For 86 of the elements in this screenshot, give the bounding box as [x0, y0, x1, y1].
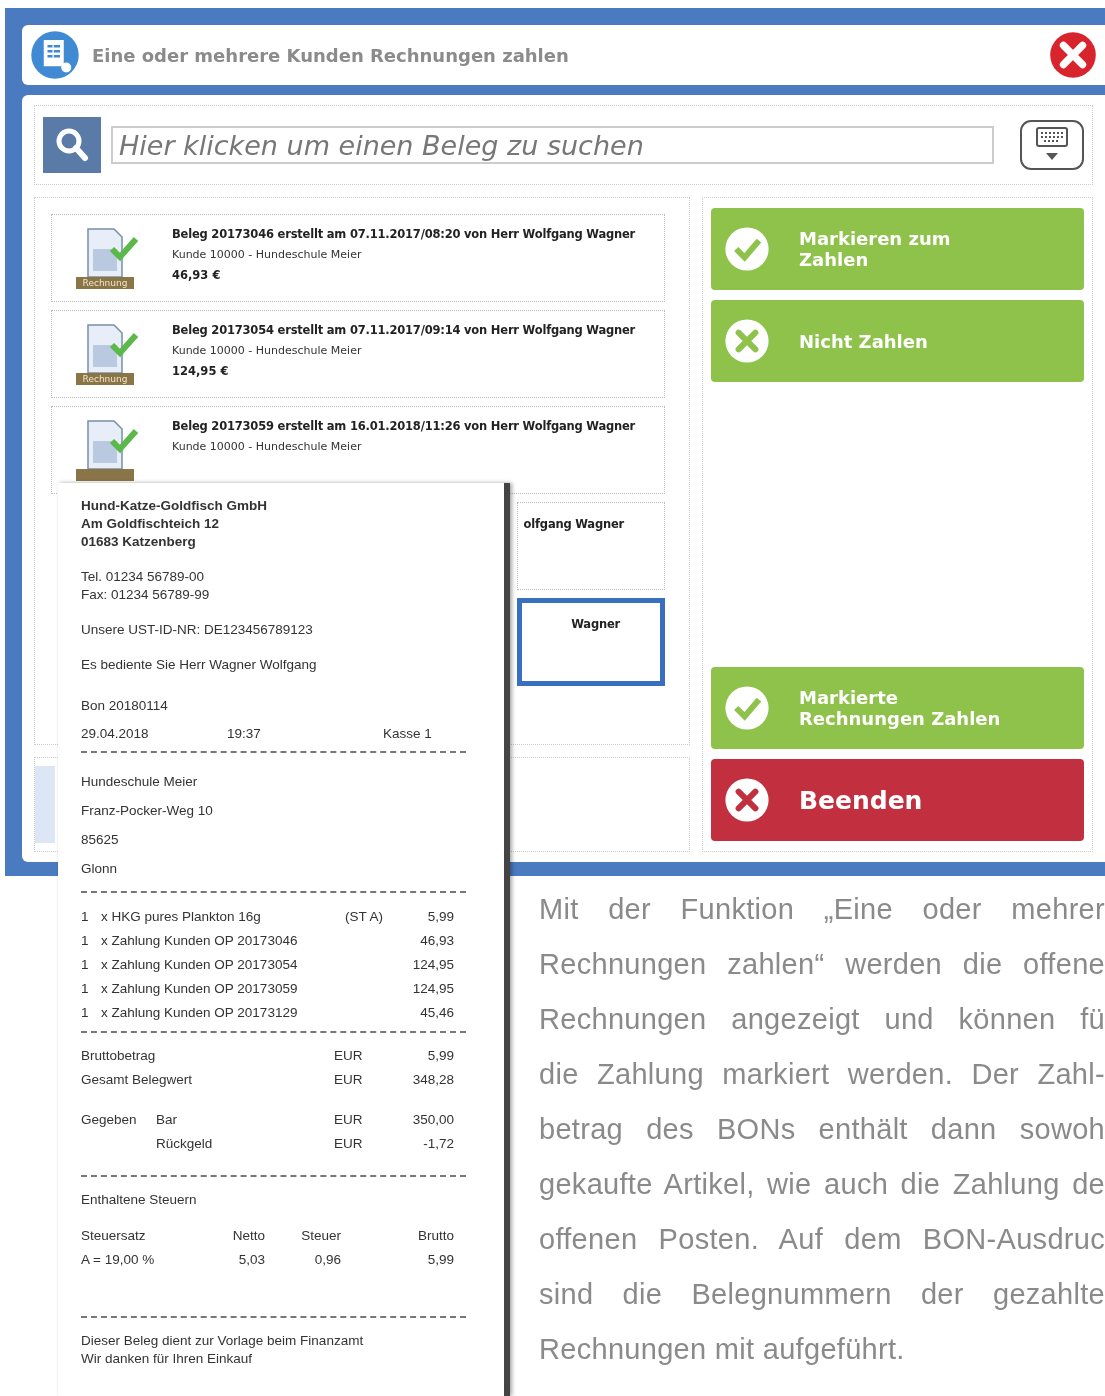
total-amount: 348,28: [411, 1071, 454, 1089]
tax-cell-text: A = 19,00 %: [81, 1251, 156, 1269]
item-description: x Zahlung Kunden OP 20173059: [101, 980, 299, 998]
total-label: Bar: [156, 1112, 177, 1127]
receipt-text: Bon 20180114: [81, 697, 169, 715]
receipt-text: Hundeschule Meier: [81, 773, 199, 791]
total-label: Bruttobetrag: [81, 1048, 156, 1063]
currency: EUR: [334, 1135, 364, 1153]
keyboard-icon[interactable]: [1020, 120, 1084, 170]
document-item[interactable]: Wagner: [517, 598, 665, 686]
document-check-icon: [76, 419, 140, 481]
document-check-icon: [76, 323, 140, 385]
receipt-heading: Hund-Katze-Goldfisch GmbH: [81, 497, 268, 515]
document-item[interactable]: Rechnung Beleg 20173054 erstellt am 07.11.2017/09:14 von Herr Wolfgang Wagner Kunde 10000 - Hundeschule Meier 124,95 €: [51, 310, 665, 398]
item-description: x Zahlung Kunden OP 20173129: [101, 1004, 299, 1022]
receipt-text: Unsere UST-ID-NR: DE123456789123: [81, 621, 314, 639]
item-tax-code: (ST A): [345, 909, 383, 924]
item-amount: 45,46: [419, 1004, 454, 1022]
total-amount: 350,00: [411, 1111, 454, 1129]
tax-cell-text: 5,99: [426, 1251, 454, 1269]
total-label: Gegeben: [81, 1112, 137, 1127]
total-amount: -1,72: [422, 1135, 454, 1153]
item-description: x HKG pures Plankton 16g: [101, 908, 262, 926]
invoice-label: Rechnung: [81, 277, 129, 289]
total-label: Rückgeld: [156, 1136, 213, 1151]
document-title: Beleg 20173046 erstellt am 07.11.2017/08:20 von Herr Wolfgang Wagner: [172, 227, 636, 241]
document-title: Beleg 20173054 erstellt am 07.11.2017/09:14 von Herr Wolfgang Wagner: [172, 323, 636, 337]
document-title: Beleg 20173059 erstellt am 16.01.2018/11:26 von Herr Wolfgang Wagner: [172, 419, 636, 433]
item-quantity: 1: [81, 980, 90, 998]
receipt-text: Enthaltene Steuern: [81, 1191, 198, 1209]
item-quantity: 1: [81, 908, 90, 926]
check-icon: [723, 225, 771, 273]
receipt-text: 85625: [81, 831, 120, 849]
document-check-icon: [76, 227, 140, 289]
receipt-text: Es bediente Sie Herr Wagner Wolfgang: [81, 656, 318, 674]
receipt-heading: 01683 Katzenberg: [81, 533, 197, 551]
receipt-text: Tel. 01234 56789-00: [81, 568, 206, 586]
cross-icon: [723, 317, 771, 365]
tax-cell-text: Steuersatz: [81, 1227, 147, 1245]
receipt-text: Wir danken für Ihren Einkauf: [81, 1350, 254, 1368]
total-amount: 5,99: [426, 1047, 454, 1065]
tax-cell-text: 0,96: [313, 1251, 341, 1269]
body-paragraph: Mit der Funktion „Eine oder mehrer Rechnungen zahlen“ werden die offene Rechnungen angezeigt und können fü die Zahlung markiert werden. Der Zahl- betrag des BONs enthält dann sowoh gekaufte Artikel, wie auch die Zahlung de offenen Posten. Auf dem BON-Ausdruc sind die Belegnummern der gezahlte Rechnungen mit aufgeführt.: [539, 892, 1105, 1367]
document-title: olfgang Wagner: [523, 517, 624, 533]
receipt-text: Dieser Beleg dient zur Vorlage beim Finanzamt: [81, 1332, 365, 1350]
currency: EUR: [334, 1047, 364, 1065]
receipt-register: Kasse 1: [383, 726, 433, 741]
search-icon[interactable]: [43, 117, 101, 173]
window-title: Eine oder mehrere Kunden Rechnungen zahlen: [92, 44, 570, 66]
receipt-time: 19:37: [227, 726, 262, 741]
receipt-text: Glonn: [81, 860, 119, 878]
document-customer: Kunde 10000 - Hundeschule Meier: [172, 344, 363, 357]
document-customer: Kunde 10000 - Hundeschule Meier: [172, 440, 363, 453]
item-amount: 5,99: [426, 908, 454, 926]
check-icon: [723, 684, 771, 732]
receipt-date: 29.04.2018: [81, 726, 150, 741]
item-quantity: 1: [81, 956, 90, 974]
action-button[interactable]: Beenden: [711, 759, 1084, 841]
item-description: x Zahlung Kunden OP 20173054: [101, 956, 299, 974]
item-amount: 124,95: [411, 980, 454, 998]
receipt-text: Franz-Pocker-Weg 10: [81, 802, 214, 820]
tax-cell-text: 5,03: [237, 1251, 265, 1269]
document-item[interactable]: Rechnung Beleg 20173046 erstellt am 07.11.2017/08:20 von Herr Wolfgang Wagner Kunde 10000 - Hundeschule Meier 46,93 €: [51, 214, 665, 302]
document-amount: 46,93 €: [172, 268, 222, 282]
tax-cell-text: Steuer: [300, 1227, 341, 1245]
item-amount: 46,93: [419, 932, 454, 950]
total-label: Gesamt Belegwert: [81, 1072, 193, 1087]
item-amount: 124,95: [411, 956, 454, 974]
invoice-label: Rechnung: [81, 373, 129, 385]
tax-cell-text: Brutto: [416, 1227, 454, 1245]
document-customer: Kunde 10000 - Hundeschule Meier: [172, 248, 363, 261]
document-item[interactable]: olfgang Wagner: [517, 502, 665, 590]
receipt-heading: Am Goldfischteich 12: [81, 515, 221, 533]
document-amount: 124,95 €: [172, 364, 230, 378]
item-quantity: 1: [81, 932, 90, 950]
tax-cell-text: Netto: [231, 1227, 265, 1245]
item-quantity: 1: [81, 1004, 90, 1022]
search-field[interactable]: Hier klicken um einen Beleg zu suchen: [111, 126, 994, 164]
currency: EUR: [334, 1111, 364, 1129]
currency: EUR: [334, 1071, 364, 1089]
cross-icon: [723, 776, 771, 824]
document-title: Wagner: [571, 617, 620, 633]
receipt-icon: [30, 30, 80, 80]
receipt-text: Fax: 01234 56789-99: [81, 586, 211, 604]
item-description: x Zahlung Kunden OP 20173046: [101, 932, 299, 950]
close-icon[interactable]: [1049, 31, 1097, 79]
